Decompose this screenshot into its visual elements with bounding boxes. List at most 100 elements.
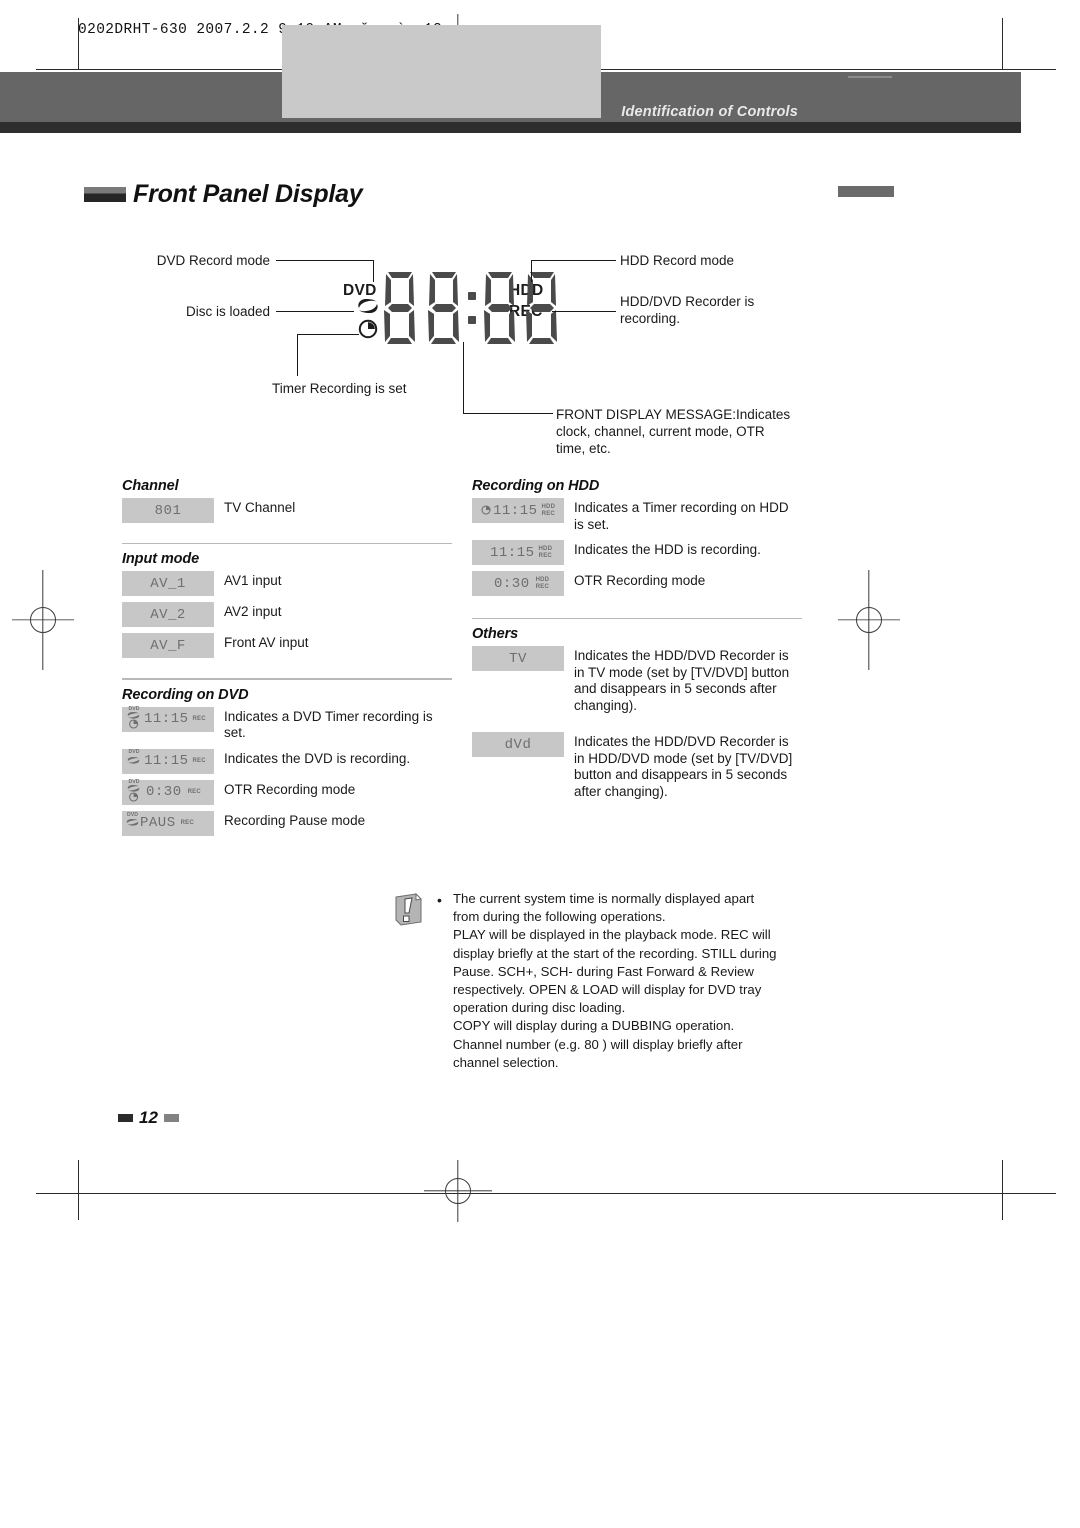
item-description: Indicates the DVD is recording. bbox=[224, 750, 411, 766]
leader-hdd-record-mode-h bbox=[532, 260, 616, 262]
callout-hdd-record-mode: HDD Record mode bbox=[620, 253, 735, 268]
chip-hdd-rec-label: HDD REC bbox=[541, 503, 556, 517]
lcd-chip-hdd-timer-set: 11:15 HDD REC bbox=[472, 498, 564, 523]
section-others: Others TV Indicates the HDD/DVD Recorder… bbox=[472, 618, 802, 806]
note-line-2: PLAY will be displayed in the playback m… bbox=[453, 927, 777, 1016]
section-heading-input-mode: Input mode bbox=[122, 551, 200, 568]
crop-line-top-left bbox=[78, 18, 80, 70]
note-body: The current system time is normally disp… bbox=[453, 890, 782, 1072]
chip-dvd-disc-cluster: DVD bbox=[125, 808, 140, 838]
lcd-chip-channel: 801 bbox=[122, 498, 214, 523]
svg-text:DVD: DVD bbox=[129, 706, 140, 712]
page-footer: 12 bbox=[118, 1108, 179, 1128]
column-right: Recording on HDD 11:15 HDD REC Indicates… bbox=[472, 478, 802, 810]
chip-dvd-disc-timer-cluster: DVD bbox=[126, 704, 142, 734]
list-item: DVD 0:30 REC OTR Recording mode bbox=[122, 777, 452, 807]
section-divider bbox=[472, 618, 802, 620]
lcd-chip-tv-mode: TV bbox=[472, 646, 564, 672]
item-description: Indicates the HDD is recording. bbox=[574, 542, 761, 557]
section-heading-recording-on-dvd: Recording on DVD bbox=[122, 686, 249, 703]
leader-timer-h bbox=[297, 334, 359, 336]
chip-value: 0:30 bbox=[494, 575, 530, 592]
svg-text:DVD: DVD bbox=[127, 812, 138, 818]
registration-mark-right bbox=[838, 570, 900, 670]
chip-rec-label: REC bbox=[192, 715, 206, 722]
chip-dvd-disc-timer-cluster: DVD bbox=[126, 777, 142, 807]
footer-marker-right bbox=[163, 1114, 179, 1122]
item-description: OTR Recording mode bbox=[224, 781, 356, 797]
leader-hdd-record-mode-v bbox=[531, 260, 533, 282]
note-bullet: • bbox=[437, 892, 442, 908]
running-head-band-shadow bbox=[0, 122, 1080, 133]
section-input-mode: Input mode AV_1 AV1 input AV_2 AV2 input… bbox=[122, 543, 452, 660]
list-item: AV_F Front AV input bbox=[122, 633, 452, 660]
list-item: AV_1 AV1 input bbox=[122, 571, 452, 598]
item-description: Indicates the HDD/DVD Recorder is in HDD… bbox=[574, 734, 793, 799]
lcd-seven-segment-digits bbox=[382, 270, 558, 351]
footer-marker-left bbox=[118, 1114, 133, 1122]
lcd-chip-dvd-mode: dVd bbox=[472, 732, 564, 758]
chip-hdd-rec-label: HDD REC bbox=[538, 545, 553, 559]
timer-clock-icon bbox=[356, 318, 380, 345]
list-item: 11:15 HDD REC Indicates a Timer recordin… bbox=[472, 498, 802, 536]
chip-value: AV_1 bbox=[150, 575, 186, 592]
item-description: Front AV input bbox=[224, 635, 309, 651]
list-item: DVD 11:15 REC Indicates the DVD is recor… bbox=[122, 748, 452, 776]
callout-timer-recording-is-set: Timer Recording is set bbox=[272, 381, 407, 396]
lcd-panel-background bbox=[282, 25, 601, 118]
lcd-chip-dvd-otr: DVD 0:30 REC bbox=[122, 777, 214, 807]
chip-rec-label: REC bbox=[192, 757, 206, 764]
svg-text:DVD: DVD bbox=[129, 779, 140, 785]
note-icon bbox=[392, 892, 425, 926]
callout-dvd-record-mode: DVD Record mode bbox=[156, 253, 270, 268]
page-title-row: Front Panel Display bbox=[84, 180, 363, 209]
note-line-3: COPY will display during a DUBBING opera… bbox=[453, 1018, 743, 1070]
note-line-1: The current system time is normally disp… bbox=[453, 891, 755, 925]
item-description: Indicates a DVD Timer recording is set. bbox=[224, 708, 433, 741]
leader-disc-is-loaded-h bbox=[276, 311, 354, 313]
chip-value: PAUS bbox=[140, 815, 176, 832]
chip-value: 801 bbox=[154, 502, 182, 519]
column-left: Channel 801 TV Channel Input mode AV_1 A… bbox=[122, 478, 452, 842]
registration-mark-bottom bbox=[424, 1160, 492, 1222]
crop-line-bottom-rule bbox=[36, 1193, 1056, 1195]
item-description: Indicates a Timer recording on HDD is se… bbox=[574, 500, 789, 532]
chip-value: 11:15 bbox=[493, 502, 538, 519]
leader-recording-h bbox=[552, 311, 616, 313]
chip-value: 11:15 bbox=[144, 753, 189, 770]
item-description: TV Channel bbox=[224, 500, 296, 515]
leader-dvd-record-mode-h bbox=[276, 260, 374, 262]
list-item: 11:15 HDD REC Indicates the HDD is recor… bbox=[472, 540, 802, 567]
list-item: AV_2 AV2 input bbox=[122, 602, 452, 629]
section-divider bbox=[122, 678, 452, 680]
lcd-chip-hdd-recording: 11:15 HDD REC bbox=[472, 540, 564, 565]
crop-line-bottom-left bbox=[78, 1160, 80, 1220]
item-description: AV2 input bbox=[224, 604, 282, 620]
lcd-chip-av2: AV_2 bbox=[122, 602, 214, 628]
section-recording-on-hdd: Recording on HDD 11:15 HDD REC Indicates… bbox=[472, 478, 802, 598]
leader-front-display-h bbox=[463, 413, 553, 415]
page-number: 12 bbox=[139, 1108, 158, 1127]
chip-value: 11:15 bbox=[144, 711, 189, 728]
chip-value: AV_2 bbox=[150, 606, 186, 623]
chip-rec-label: REC bbox=[180, 819, 194, 826]
crop-line-bottom-right bbox=[1002, 1160, 1004, 1220]
lcd-chip-av1: AV_1 bbox=[122, 571, 214, 597]
chip-hdd-rec-label: HDD REC bbox=[535, 576, 550, 590]
chip-rec-label: REC bbox=[187, 788, 201, 795]
registration-mark-left bbox=[12, 570, 74, 670]
leader-dvd-record-mode-v bbox=[373, 260, 375, 282]
running-head-tick bbox=[848, 76, 892, 78]
callout-recorder-is-recording: HDD/DVD Recorder is recording. bbox=[620, 294, 755, 326]
list-item: 0:30 HDD REC OTR Recording mode bbox=[472, 571, 802, 598]
chip-value: 0:30 bbox=[146, 784, 182, 801]
list-item: 801 TV Channel bbox=[122, 498, 452, 525]
crop-line-right-top bbox=[1002, 18, 1004, 70]
lcd-chip-dvd-recording: DVD 11:15 REC bbox=[122, 748, 214, 774]
chip-value: TV bbox=[509, 650, 527, 667]
lcd-chip-dvd-pause: DVD PAUS REC bbox=[122, 808, 214, 838]
item-description: Recording Pause mode bbox=[224, 812, 366, 828]
page-title: Front Panel Display bbox=[133, 180, 363, 208]
section-channel: Channel 801 TV Channel bbox=[122, 478, 452, 525]
section-heading-others: Others bbox=[472, 626, 519, 643]
